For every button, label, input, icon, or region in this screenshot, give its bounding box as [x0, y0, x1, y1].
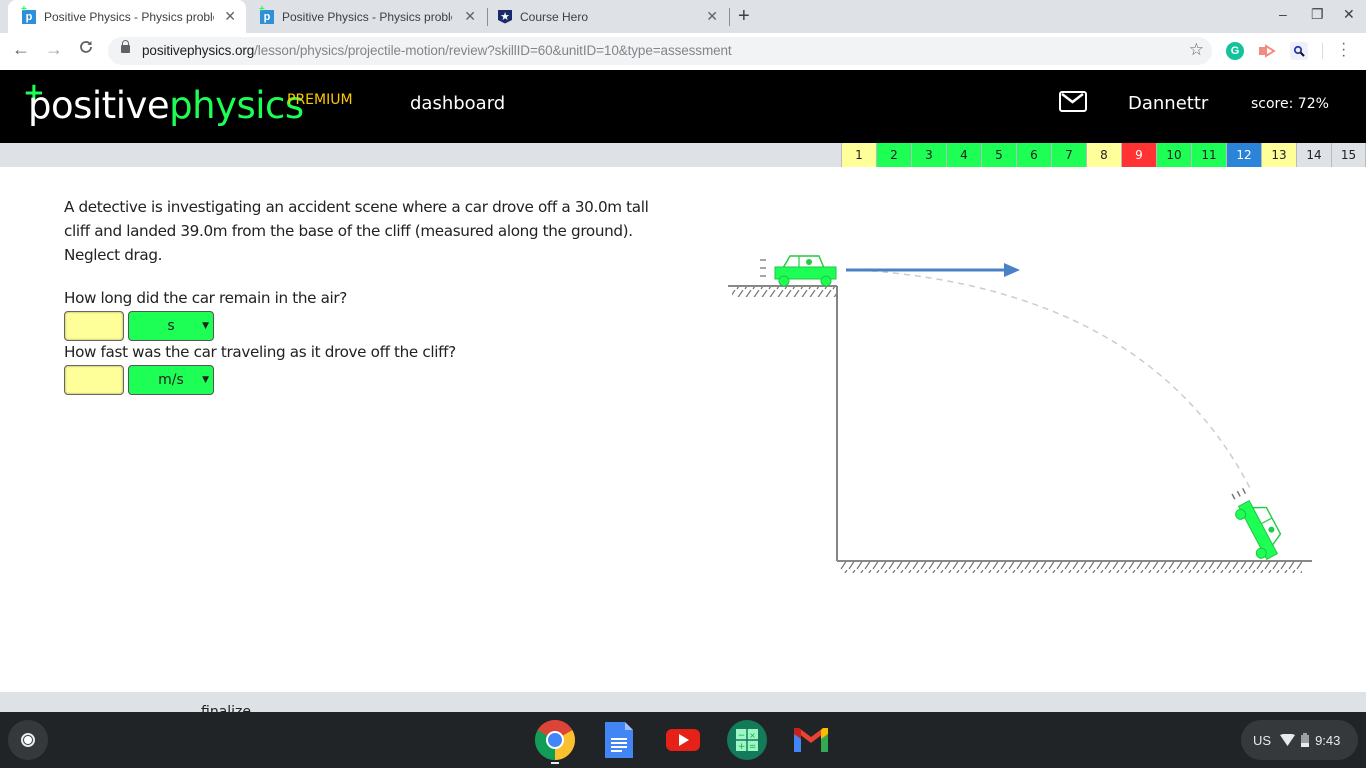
close-window-button[interactable]: ✕ [1343, 6, 1355, 23]
finalize-button[interactable]: finalize [201, 704, 251, 712]
wifi-icon [1280, 734, 1296, 746]
site-header: + positivephysics PREMIUM dashboard Dann… [0, 70, 1366, 143]
question-number-14[interactable]: 14 [1296, 143, 1331, 167]
minimize-button[interactable]: – [1279, 6, 1287, 22]
google-docs-icon[interactable] [599, 720, 639, 760]
course-hero-favicon: ★ [498, 9, 512, 24]
svg-text:=: = [749, 742, 757, 752]
question-number-15[interactable]: 15 [1331, 143, 1366, 167]
premium-badge: PREMIUM [287, 92, 353, 108]
active-app-indicator [551, 762, 559, 764]
os-shelf: − × + = US 9:43 [0, 712, 1366, 768]
answer-input-speed[interactable] [64, 365, 124, 395]
question-prompt-2: How fast was the car traveling as it dro… [64, 343, 456, 361]
input-locale: US [1253, 732, 1272, 748]
svg-text:−: − [738, 731, 746, 741]
lower-ground [837, 560, 1312, 573]
clock: 9:43 [1315, 732, 1341, 748]
tab-positive-physics-1[interactable]: p Positive Physics - Physics proble ✕ [8, 0, 246, 33]
close-tab-icon[interactable]: ✕ [224, 8, 236, 25]
browser-toolbar: ← → positivephysics.org/lesson/physics/p… [0, 33, 1366, 70]
projectile-diagram [728, 255, 1312, 573]
grammarly-icon[interactable]: G [1226, 42, 1244, 60]
question-progress-bar: 1 2 3 4 5 6 7 8 9 10 11 12 13 14 15 [0, 143, 1366, 167]
unit-select-time[interactable]: s ▼ [128, 311, 214, 341]
dropdown-arrow-icon: ▼ [202, 321, 209, 331]
tab-course-hero[interactable]: ★ Course Hero ✕ [488, 0, 728, 33]
tab-title: Positive Physics - Physics proble [44, 9, 214, 24]
footer-bar: finalize [0, 692, 1366, 712]
question-number-5[interactable]: 5 [981, 143, 1016, 167]
gmail-icon[interactable] [791, 720, 831, 760]
tab-title: Positive Physics - Physics proble [282, 9, 452, 24]
svg-text:×: × [749, 731, 756, 740]
launcher-button[interactable] [8, 720, 48, 760]
username-link[interactable]: Dannettr [1128, 93, 1208, 114]
positive-physics-favicon: p [259, 4, 274, 24]
lock-icon [121, 40, 130, 53]
unit-select-speed[interactable]: m/s ▼ [128, 365, 214, 395]
toolbar-divider [1322, 43, 1323, 59]
screencastify-icon[interactable] [1258, 42, 1276, 60]
question-prompt-1: How long did the car remain in the air? [64, 289, 348, 307]
site-logo[interactable]: positivephysics [28, 84, 304, 127]
battery-icon [1301, 733, 1310, 747]
positive-physics-favicon: p [21, 4, 36, 24]
tab-separator [729, 8, 730, 26]
car-on-cliff-icon [760, 255, 837, 287]
search-extension-icon[interactable] [1290, 42, 1308, 60]
close-tab-icon[interactable]: ✕ [464, 8, 476, 25]
reload-button[interactable] [78, 39, 94, 60]
dropdown-arrow-icon: ▼ [202, 375, 209, 385]
new-tab-button[interactable]: + [738, 5, 750, 28]
close-tab-icon[interactable]: ✕ [706, 8, 718, 25]
question-text: A detective is investigating an accident… [64, 198, 649, 264]
crashed-car-icon [1231, 487, 1282, 560]
question-number-11[interactable]: 11 [1191, 143, 1226, 167]
reload-icon [80, 41, 92, 53]
question-number-1[interactable]: 1 [841, 143, 876, 167]
question-number-7[interactable]: 7 [1051, 143, 1086, 167]
restore-button[interactable]: ❐ [1311, 6, 1324, 23]
question-number-2[interactable]: 2 [876, 143, 911, 167]
tab-strip: p Positive Physics - Physics proble ✕ p … [0, 0, 1366, 33]
cliff-top-ground [728, 285, 837, 297]
question-number-list: 1 2 3 4 5 6 7 8 9 10 11 12 13 14 15 [841, 143, 1366, 167]
question-number-6[interactable]: 6 [1016, 143, 1051, 167]
score-display: score: 72% [1251, 96, 1329, 112]
question-number-13[interactable]: 13 [1261, 143, 1296, 167]
unit-select-value: s [167, 318, 175, 334]
svg-text:+: + [738, 742, 746, 752]
question-number-9[interactable]: 9 [1121, 143, 1156, 167]
question-number-4[interactable]: 4 [946, 143, 981, 167]
launcher-icon [21, 733, 35, 747]
unit-select-value: m/s [158, 372, 184, 388]
back-button[interactable]: ← [12, 39, 30, 60]
velocity-arrow [846, 263, 1020, 277]
trajectory-path [859, 269, 1253, 493]
status-tray[interactable]: US 9:43 [1241, 720, 1358, 760]
chrome-icon[interactable] [535, 720, 575, 764]
chrome-menu-button[interactable]: · · · [1341, 36, 1346, 64]
youtube-icon[interactable] [663, 720, 703, 760]
question-number-12[interactable]: 12 [1226, 143, 1261, 167]
address-bar[interactable]: positivephysics.org/lesson/physics/proje… [108, 37, 1212, 65]
calculator-icon[interactable]: − × + = [727, 720, 767, 760]
forward-button[interactable]: → [45, 39, 63, 60]
answer-input-time[interactable] [64, 311, 124, 341]
tab-positive-physics-2[interactable]: p Positive Physics - Physics proble ✕ [246, 0, 486, 33]
dashboard-link[interactable]: dashboard [410, 93, 505, 114]
question-number-3[interactable]: 3 [911, 143, 946, 167]
question-number-8[interactable]: 8 [1086, 143, 1121, 167]
mail-icon[interactable] [1059, 91, 1087, 112]
bookmark-star-icon[interactable]: ☆ [1189, 40, 1204, 60]
tab-title: Course Hero [520, 9, 589, 24]
question-number-10[interactable]: 10 [1156, 143, 1191, 167]
url-text[interactable]: positivephysics.org/lesson/physics/proje… [142, 43, 732, 58]
